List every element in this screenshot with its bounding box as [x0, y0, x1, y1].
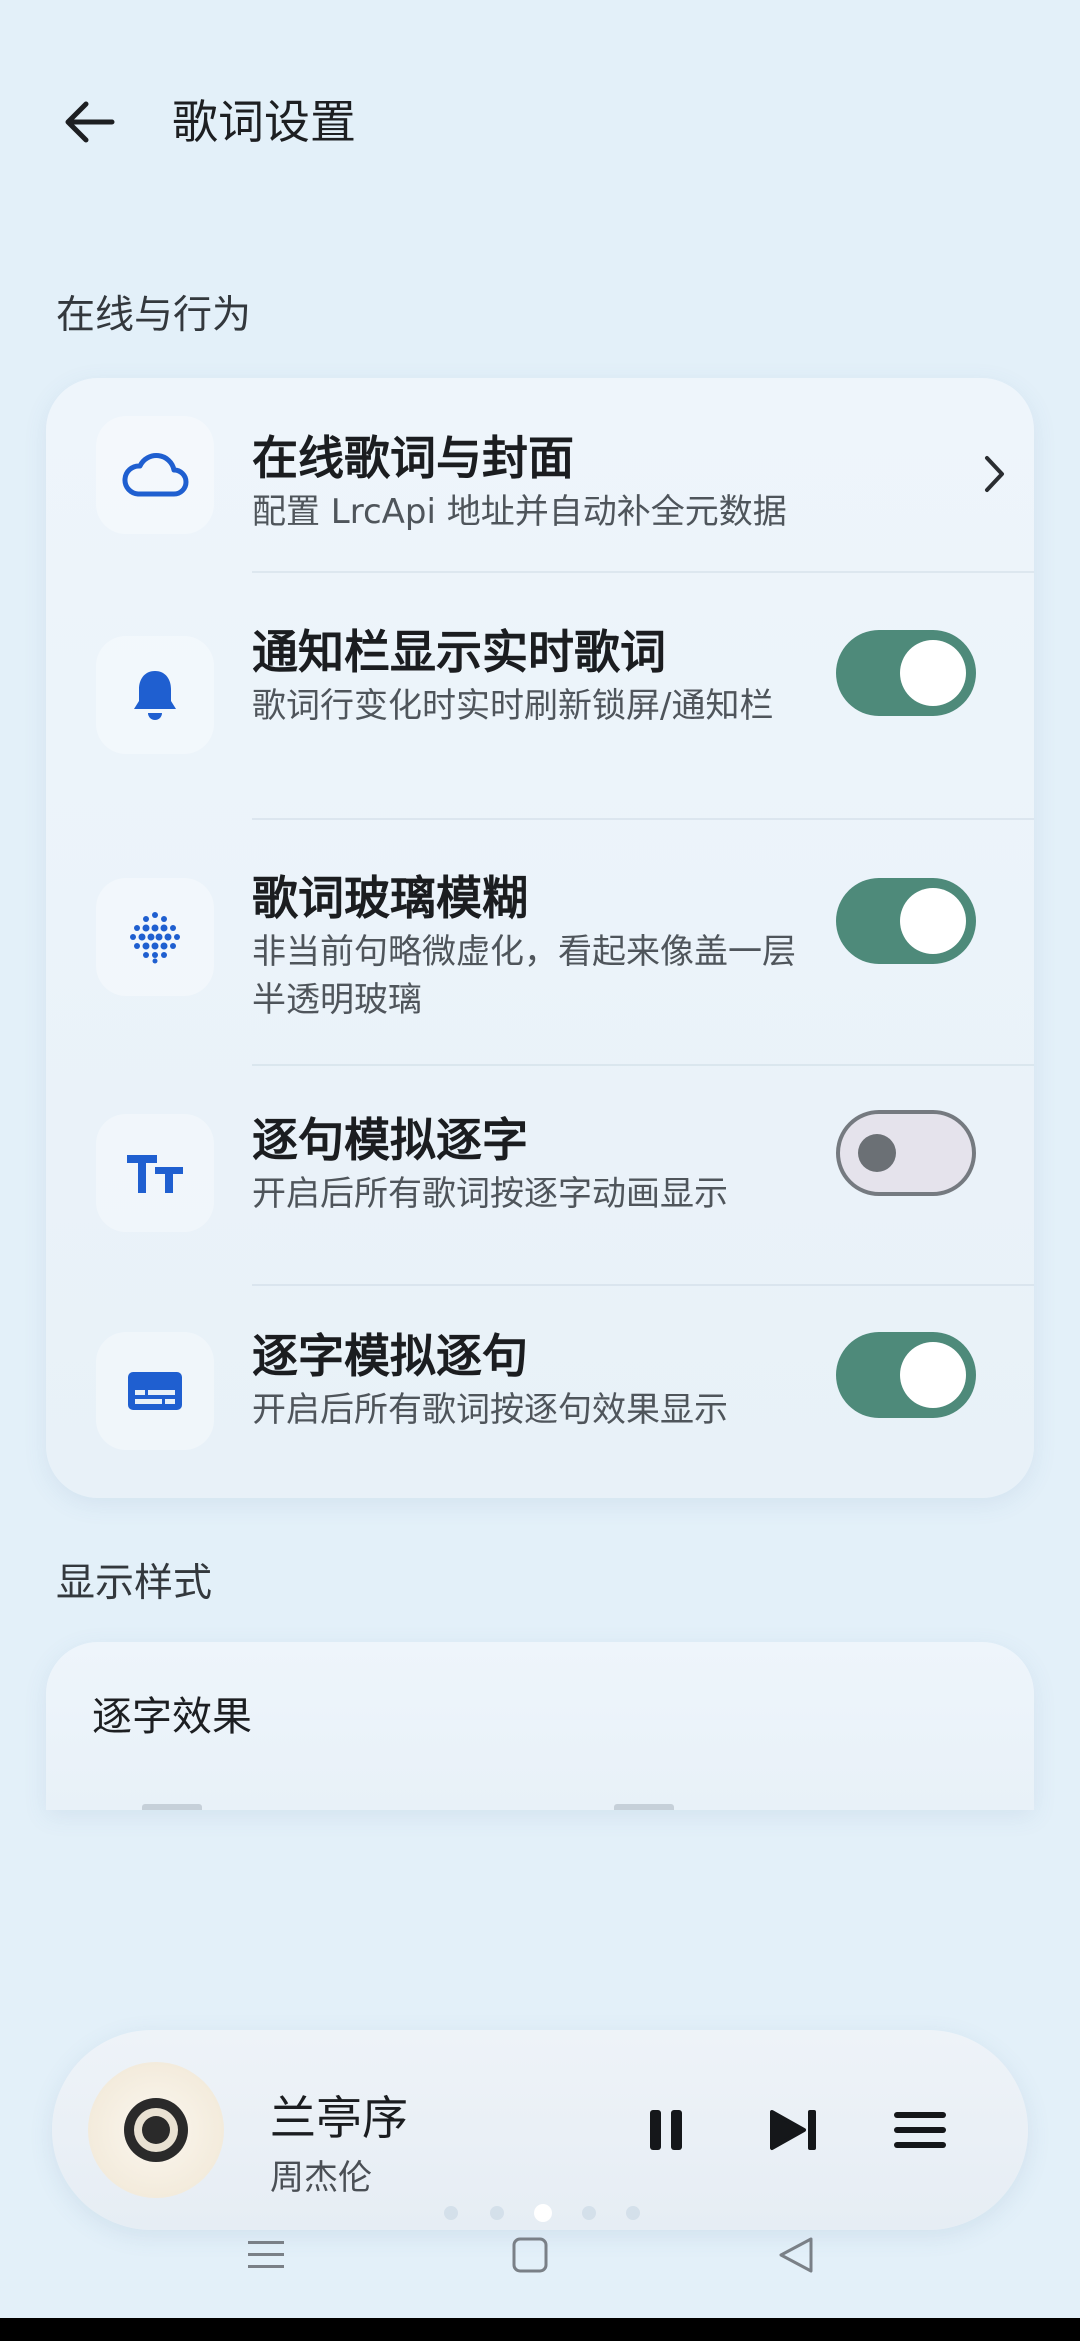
notification-lyrics-toggle[interactable] — [836, 630, 976, 716]
row-title: 通知栏显示实时歌词 — [252, 625, 666, 679]
subtitles-icon-tile — [96, 1332, 214, 1450]
bell-icon — [134, 671, 176, 720]
toggle-knob — [900, 640, 966, 706]
section-label-style: 显示样式 — [56, 1561, 213, 1606]
pause-button[interactable] — [634, 2098, 698, 2162]
row-line-as-word[interactable]: 逐句模拟逐字 开启后所有歌词按逐字动画显示 — [46, 1066, 1034, 1286]
word-effect-title: 逐字效果 — [92, 1694, 252, 1740]
back-nav-button[interactable] — [766, 2225, 826, 2285]
row-subtitle: 开启后所有歌词按逐字动画显示 — [252, 1174, 728, 1214]
row-glass-blur[interactable]: 歌词玻璃模糊 非当前句略微虚化，看起来像盖一层半透明玻璃 — [46, 820, 1034, 1064]
bell-icon-tile — [96, 636, 214, 754]
system-nav-bar — [0, 2195, 1080, 2315]
row-notification-lyrics[interactable]: 通知栏显示实时歌词 歌词行变化时实时刷新锁屏/通知栏 — [46, 574, 1034, 818]
line-as-word-toggle[interactable] — [836, 1110, 976, 1196]
glass-blur-toggle[interactable] — [836, 878, 976, 964]
cloud-icon-tile — [96, 416, 214, 534]
row-subtitle: 开启后所有歌词按逐句效果显示 — [252, 1390, 728, 1430]
section-label-behavior: 在线与行为 — [56, 293, 252, 338]
back-arrow-icon — [65, 101, 115, 143]
row-title: 歌词玻璃模糊 — [252, 871, 528, 925]
pause-icon — [650, 2110, 682, 2150]
row-subtitle: 非当前句略微虚化，看起来像盖一层半透明玻璃 — [252, 932, 796, 1020]
album-art — [88, 2062, 224, 2198]
radio-option-edge[interactable] — [614, 1804, 674, 1810]
artist-name: 周杰伦 — [270, 2158, 372, 2194]
next-button[interactable] — [762, 2098, 826, 2162]
row-title: 逐句模拟逐字 — [252, 1113, 528, 1167]
row-title: 逐字模拟逐句 — [252, 1329, 528, 1383]
row-word-as-line[interactable]: 逐字模拟逐句 开启后所有歌词按逐句效果显示 — [46, 1286, 1034, 1496]
home-button[interactable] — [500, 2225, 560, 2285]
screen-bottom-edge — [0, 2318, 1080, 2341]
recents-button[interactable] — [236, 2225, 296, 2285]
style-card: 逐字效果 — [46, 1642, 1034, 1810]
back-triangle-icon — [779, 2237, 813, 2273]
blur-icon-tile — [96, 878, 214, 996]
toggle-knob — [858, 1134, 896, 1172]
row-title: 在线歌词与封面 — [252, 431, 574, 485]
recents-lines-icon — [248, 2241, 284, 2268]
radio-option-edge[interactable] — [142, 1804, 202, 1810]
toggle-knob — [900, 888, 966, 954]
page-title: 歌词设置 — [172, 95, 356, 149]
row-online-lyrics[interactable]: 在线歌词与封面 配置 LrcApi 地址并自动补全元数据 — [46, 378, 1034, 572]
row-subtitle: 歌词行变化时实时刷新锁屏/通知栏 — [252, 686, 774, 726]
subtitles-icon — [128, 1372, 182, 1410]
menu-icon — [894, 2112, 946, 2148]
text-size-icon — [127, 1155, 183, 1193]
cloud-icon — [122, 453, 189, 497]
queue-button[interactable] — [888, 2098, 952, 2162]
word-as-line-toggle[interactable] — [836, 1332, 976, 1418]
skip-next-icon — [770, 2110, 816, 2150]
home-square-icon — [512, 2237, 548, 2273]
toggle-knob — [900, 1342, 966, 1408]
text-size-icon-tile — [96, 1114, 214, 1232]
behavior-card: 在线歌词与封面 配置 LrcApi 地址并自动补全元数据 通知栏显示实时歌词 歌… — [46, 378, 1034, 1498]
chevron-right-icon — [985, 456, 1004, 492]
blur-dots-icon — [130, 912, 180, 964]
back-button[interactable] — [48, 90, 128, 154]
divider — [252, 571, 1034, 573]
vinyl-record-icon — [124, 2098, 188, 2162]
song-title: 兰亭序 — [270, 2091, 408, 2145]
row-subtitle: 配置 LrcApi 地址并自动补全元数据 — [252, 492, 787, 532]
